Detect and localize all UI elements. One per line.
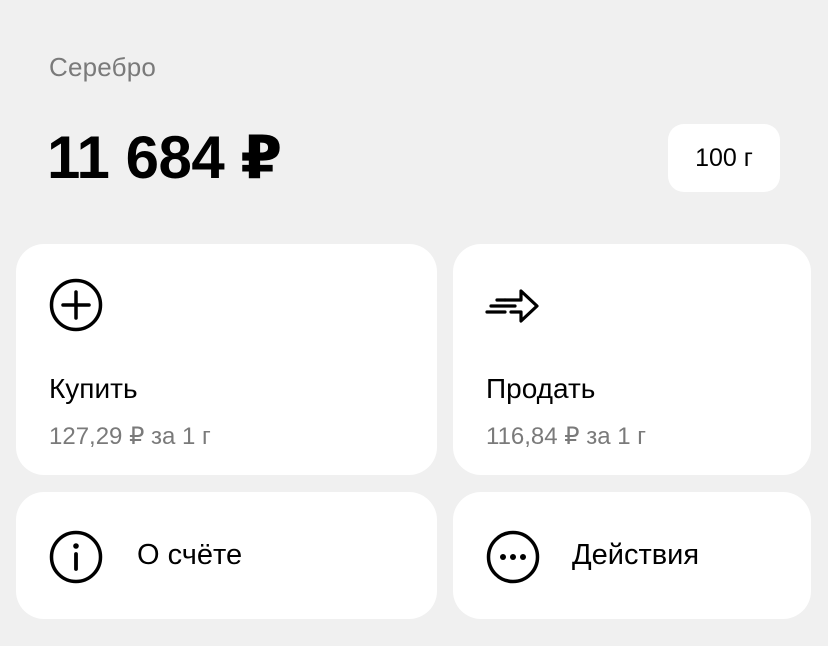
buy-title: Купить bbox=[49, 373, 138, 404]
asset-name: Серебро bbox=[49, 52, 157, 82]
more-icon bbox=[486, 530, 540, 584]
account-label: О счёте bbox=[137, 539, 243, 571]
send-arrow-icon bbox=[485, 289, 539, 323]
actions-label: Действия bbox=[572, 539, 700, 571]
buy-card[interactable]: Купить 127,29 ₽ за 1 г bbox=[16, 244, 437, 475]
weight-chip[interactable]: 100 г bbox=[668, 124, 780, 192]
info-icon bbox=[49, 530, 103, 584]
sell-price: 116,84 ₽ за 1 г bbox=[486, 423, 647, 450]
account-card[interactable]: О счёте bbox=[16, 492, 437, 619]
balance-amount: 11 684 ₽ bbox=[47, 124, 282, 191]
sell-card[interactable]: Продать 116,84 ₽ за 1 г bbox=[453, 244, 811, 475]
actions-card[interactable]: Действия bbox=[453, 492, 811, 619]
sell-title: Продать bbox=[486, 373, 596, 404]
buy-price: 127,29 ₽ за 1 г bbox=[49, 423, 211, 450]
plus-circle-icon bbox=[49, 278, 103, 332]
